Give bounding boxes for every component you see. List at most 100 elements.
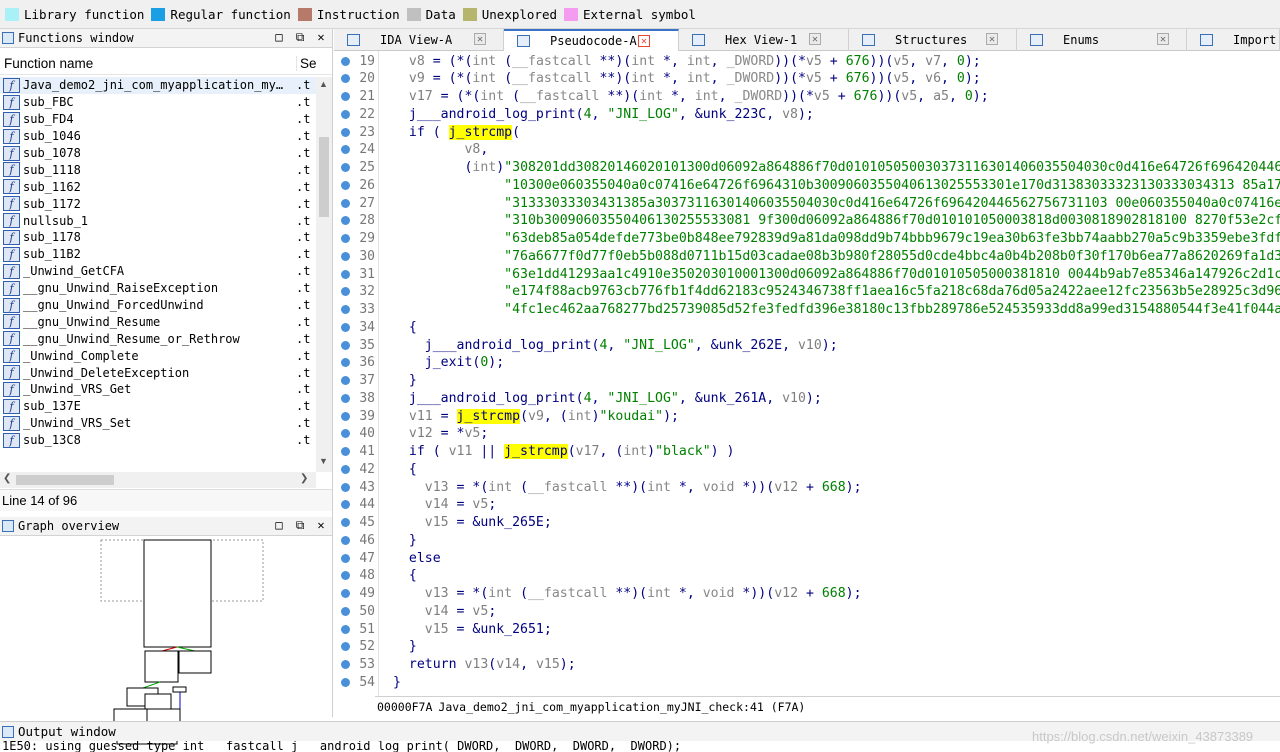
scroll-down-icon[interactable]: ▼ <box>319 456 328 466</box>
pseudocode-view[interactable]: 19 v8 = (*(int (__fastcall **)(int *, in… <box>334 51 1280 696</box>
code-line[interactable]: 51 v15 = &unk_2651; <box>334 620 1280 638</box>
functions-vertical-scrollbar[interactable]: ▲ ▼ <box>316 77 332 472</box>
function-row[interactable]: f sub_1162 .t <box>0 178 316 195</box>
function-row[interactable]: f sub_1118 .t <box>0 161 316 178</box>
breakpoint-dot-icon[interactable] <box>341 376 350 385</box>
code-line[interactable]: 27 "31333033303431385a303731163014060355… <box>334 194 1280 212</box>
function-row[interactable]: f __gnu_Unwind_Resume .t <box>0 313 316 330</box>
function-row[interactable]: f sub_FBC .t <box>0 94 316 111</box>
breakpoint-dot-icon[interactable] <box>341 393 350 403</box>
close-icon[interactable]: ✕ <box>316 518 326 533</box>
tab-close-icon[interactable]: ✕ <box>474 33 486 45</box>
tab-close-icon[interactable]: ✕ <box>809 33 821 45</box>
code-line[interactable]: 21 v17 = (*(int (__fastcall **)(int *, i… <box>334 88 1280 106</box>
breakpoint-dot-icon[interactable] <box>341 447 350 456</box>
code-line[interactable]: 53 return v13(v14, v15); <box>334 656 1280 674</box>
code-line[interactable]: 38 j___android_log_print(4, "JNI_LOG", &… <box>334 389 1280 407</box>
code-line[interactable]: 49 v13 = *(int (__fastcall **)(int *, vo… <box>334 585 1280 603</box>
restore-icon[interactable]: □ <box>274 518 284 533</box>
breakpoint-dot-icon[interactable] <box>341 56 350 66</box>
breakpoint-dot-icon[interactable] <box>341 642 350 652</box>
function-row[interactable]: f Java_demo2_jni_com_myapplication_my… .t <box>0 77 316 94</box>
breakpoint-dot-icon[interactable] <box>341 340 350 350</box>
breakpoint-dot-icon[interactable] <box>341 411 350 421</box>
function-row[interactable]: f sub_1046 .t <box>0 128 316 145</box>
breakpoint-dot-icon[interactable] <box>341 127 350 137</box>
code-line[interactable]: 34 { <box>334 318 1280 336</box>
code-line[interactable]: 50 v14 = v5; <box>334 602 1280 620</box>
breakpoint-dot-icon[interactable] <box>341 92 350 101</box>
close-icon[interactable]: ✕ <box>316 30 326 45</box>
breakpoint-dot-icon[interactable] <box>341 358 350 368</box>
function-row[interactable]: f _Unwind_GetCFA .t <box>0 263 316 280</box>
code-line[interactable]: 19 v8 = (*(int (__fastcall **)(int *, in… <box>334 52 1280 70</box>
column-segment[interactable]: Se <box>297 56 317 71</box>
breakpoint-dot-icon[interactable] <box>341 322 350 332</box>
code-line[interactable]: 42 { <box>334 460 1280 478</box>
function-row[interactable]: f nullsub_1 .t <box>0 212 316 229</box>
graph-overview-canvas[interactable] <box>0 537 332 746</box>
function-row[interactable]: f _Unwind_VRS_Set .t <box>0 415 316 432</box>
code-line[interactable]: 52 } <box>334 638 1280 656</box>
function-row[interactable]: f sub_1078 .t <box>0 145 316 162</box>
breakpoint-dot-icon[interactable] <box>341 180 350 190</box>
code-line[interactable]: 30 "76a6677f0d77f0eb5b088d0711b15d03cada… <box>334 247 1280 265</box>
function-row[interactable]: f sub_13C8 .t <box>0 432 316 449</box>
float-icon[interactable]: ⧉ <box>295 518 305 533</box>
code-line[interactable]: 36 j_exit(0); <box>334 354 1280 372</box>
breakpoint-dot-icon[interactable] <box>341 660 350 669</box>
tab-pseudocode-a[interactable]: Pseudocode-A ✕ <box>504 29 679 51</box>
code-line[interactable]: 23 if ( j_strcmp( <box>334 123 1280 141</box>
breakpoint-dot-icon[interactable] <box>341 571 350 581</box>
code-line[interactable]: 44 v14 = v5; <box>334 496 1280 514</box>
function-row[interactable]: f sub_FD4 .t <box>0 111 316 128</box>
function-row[interactable]: f _Unwind_VRS_Get .t <box>0 381 316 398</box>
code-line[interactable]: 45 v15 = &unk_265E; <box>334 514 1280 532</box>
function-row[interactable]: f sub_137E .t <box>0 398 316 415</box>
tab-import[interactable]: Import <box>1187 29 1280 51</box>
breakpoint-dot-icon[interactable] <box>341 553 350 563</box>
function-row[interactable]: f sub_11B2 .t <box>0 246 316 263</box>
code-line[interactable]: 41 if ( v11 || j_strcmp(v17, (int)"black… <box>334 443 1280 461</box>
breakpoint-dot-icon[interactable] <box>341 500 350 510</box>
code-line[interactable]: 31 "63e1dd41293aa1c4910e350203010001300d… <box>334 265 1280 283</box>
breakpoint-dot-icon[interactable] <box>341 464 350 474</box>
code-line[interactable]: 43 v13 = *(int (__fastcall **)(int *, vo… <box>334 478 1280 496</box>
graph-overview-titlebar[interactable]: Graph overview □ ⧉ ✕ <box>0 517 332 536</box>
float-icon[interactable]: ⧉ <box>295 30 305 45</box>
breakpoint-dot-icon[interactable] <box>341 145 350 155</box>
breakpoint-dot-icon[interactable] <box>341 74 350 84</box>
functions-window-titlebar[interactable]: Functions window □ ⧉ ✕ <box>0 29 332 48</box>
tab-close-icon[interactable]: ✕ <box>986 33 998 45</box>
tab-close-icon[interactable]: ✕ <box>638 35 650 47</box>
breakpoint-dot-icon[interactable] <box>341 624 350 634</box>
code-line[interactable]: 39 v11 = j_strcmp(v9, (int)"koudai"); <box>334 407 1280 425</box>
function-row[interactable]: f __gnu_Unwind_ForcedUnwind .t <box>0 297 316 314</box>
breakpoint-dot-icon[interactable] <box>341 518 350 527</box>
breakpoint-dot-icon[interactable] <box>341 589 350 598</box>
breakpoint-dot-icon[interactable] <box>341 305 350 314</box>
hscroll-thumb[interactable] <box>16 475 114 485</box>
code-line[interactable]: 37 } <box>334 372 1280 390</box>
column-function-name[interactable]: Function name <box>0 55 297 71</box>
function-row[interactable]: f sub_1178 .t <box>0 229 316 246</box>
code-line[interactable]: 29 "63deb85a054defde773be0b848ee792839d9… <box>334 230 1280 248</box>
breakpoint-dot-icon[interactable] <box>341 163 350 172</box>
code-line[interactable]: 47 else <box>334 549 1280 567</box>
scroll-left-icon[interactable]: ❮ <box>3 473 11 484</box>
code-line[interactable]: 28 "310b30090603550406130255533081 9f300… <box>334 212 1280 230</box>
function-row[interactable]: f _Unwind_DeleteException .t <box>0 364 316 381</box>
breakpoint-dot-icon[interactable] <box>341 429 350 439</box>
breakpoint-dot-icon[interactable] <box>341 677 350 687</box>
code-line[interactable]: 20 v9 = (*(int (__fastcall **)(int *, in… <box>334 70 1280 88</box>
tab-ida-view-a[interactable]: IDA View-A ✕ <box>334 29 504 51</box>
function-row[interactable]: f _Unwind_Complete .t <box>0 347 316 364</box>
code-line[interactable]: 25 (int)"308201dd30820146020101300d06092… <box>334 159 1280 177</box>
tab-structures[interactable]: Structures ✕ <box>849 29 1017 51</box>
restore-icon[interactable]: □ <box>274 30 284 45</box>
code-line[interactable]: 54} <box>334 673 1280 691</box>
functions-horizontal-scrollbar[interactable]: ❮ ❯ <box>0 472 316 488</box>
code-line[interactable]: 48 { <box>334 567 1280 585</box>
code-line[interactable]: 35 j___android_log_print(4, "JNI_LOG", &… <box>334 336 1280 354</box>
breakpoint-dot-icon[interactable] <box>341 287 350 297</box>
